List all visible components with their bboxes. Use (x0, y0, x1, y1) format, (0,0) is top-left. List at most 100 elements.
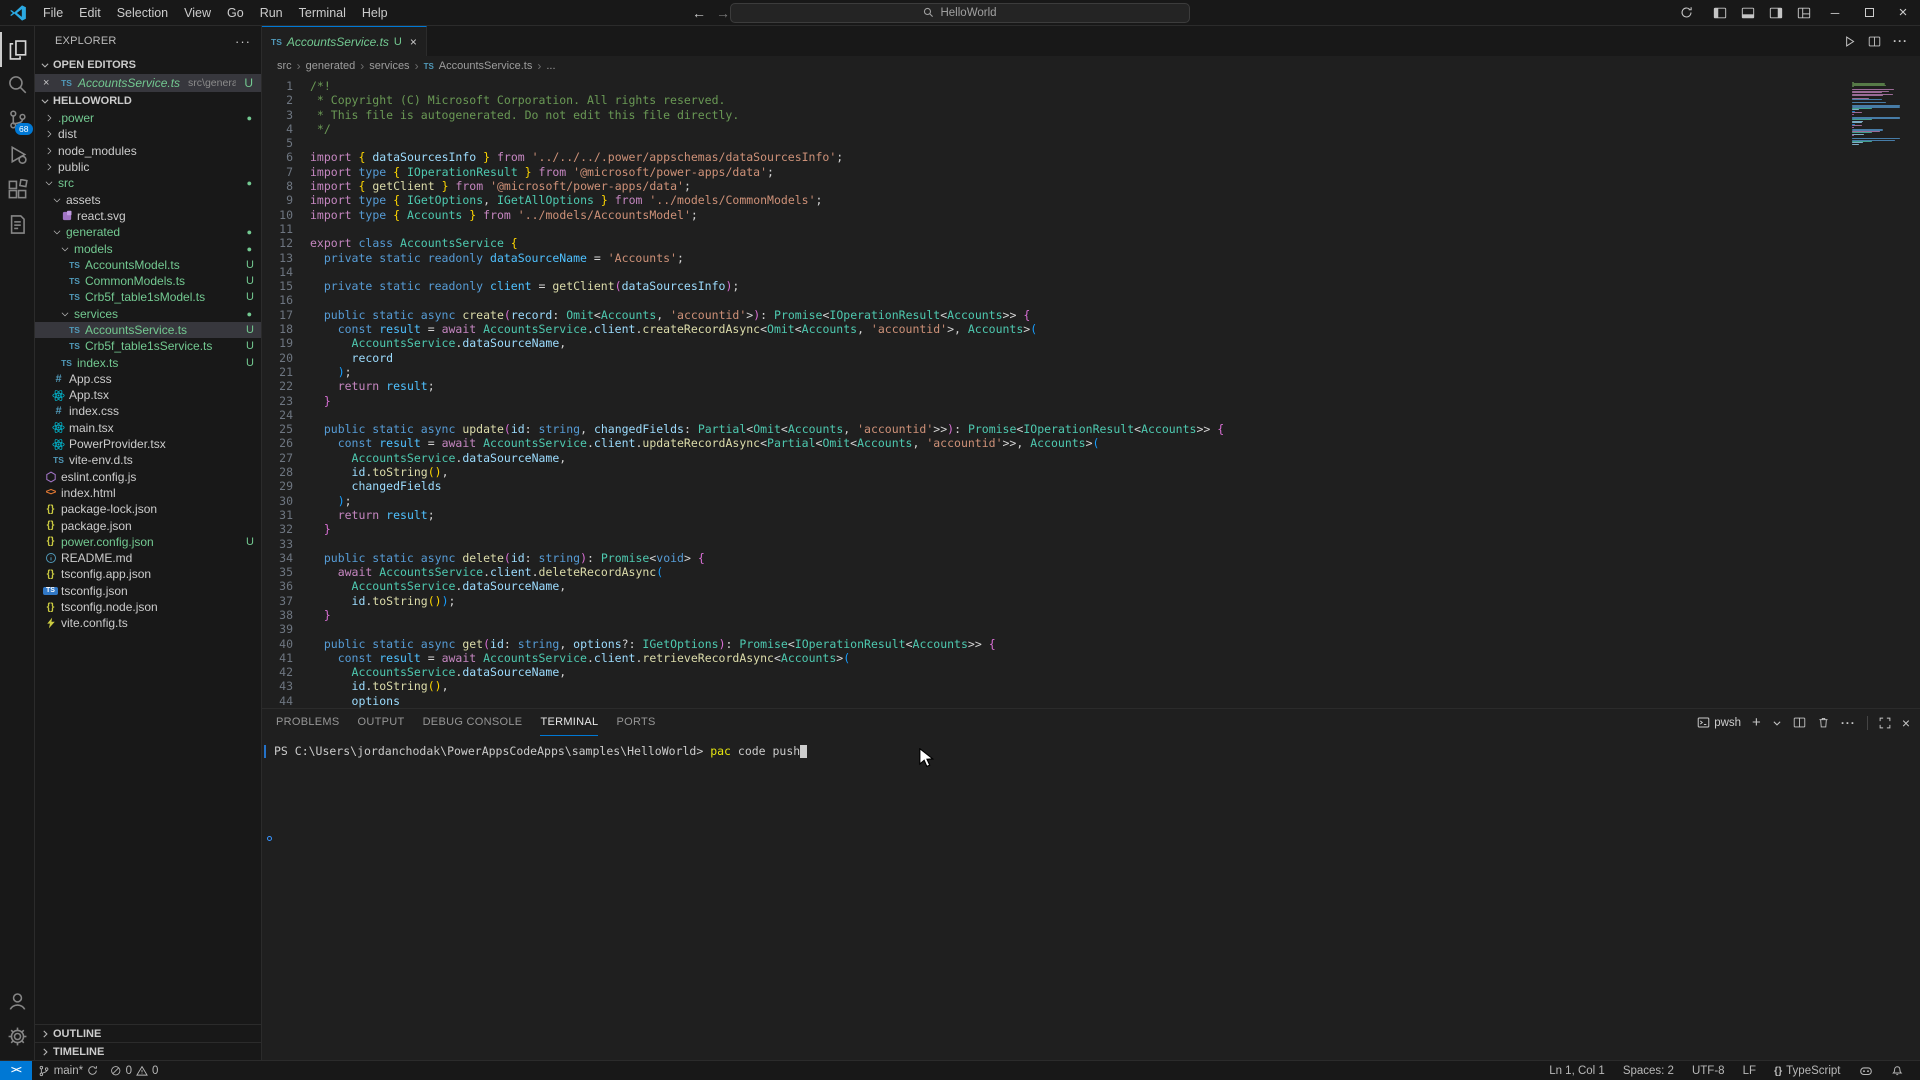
tree-item-accountsservice-ts[interactable]: TSAccountsService.tsU (35, 322, 261, 338)
more-actions-icon[interactable]: ··· (1893, 34, 1908, 48)
tree-item-services[interactable]: services● (35, 306, 261, 322)
outline-section-header[interactable]: OUTLINE (35, 1024, 261, 1042)
sync-icon[interactable] (1672, 0, 1700, 25)
close-tab-icon[interactable]: × (410, 35, 417, 49)
indentation[interactable]: Spaces: 2 (1616, 1065, 1681, 1077)
tab-accountsservice[interactable]: TS AccountsService.ts U × (262, 26, 427, 56)
breadcrumb-item[interactable]: AccountsService.ts (439, 60, 533, 72)
tree-item-tsconfig-app-json[interactable]: {}tsconfig.app.json (35, 566, 261, 582)
panel-more-icon[interactable]: ··· (1841, 716, 1856, 730)
tree-item-app-css[interactable]: #App.css (35, 371, 261, 387)
menu-run[interactable]: Run (252, 0, 291, 25)
tree-item-vite-config-ts[interactable]: vite.config.ts (35, 615, 261, 631)
new-terminal-icon[interactable]: + (1752, 718, 1761, 728)
tree-item-app-tsx[interactable]: App.tsx (35, 387, 261, 403)
tree-item-power-config-json[interactable]: {}power.config.jsonU (35, 534, 261, 550)
close-icon[interactable]: × (43, 77, 55, 89)
notifications-bell[interactable] (1884, 1064, 1911, 1077)
breadcrumb-item[interactable]: src (277, 60, 292, 72)
split-terminal-icon[interactable] (1793, 716, 1806, 729)
breadcrumb-item[interactable]: services (369, 60, 409, 72)
close-panel-icon[interactable]: × (1902, 715, 1910, 731)
tree-item--power[interactable]: .power● (35, 110, 261, 126)
remote-indicator[interactable]: >< (0, 1061, 32, 1080)
menu-file[interactable]: File (35, 0, 71, 25)
activity-source-control-icon[interactable]: 68 (0, 102, 35, 137)
tree-item-public[interactable]: public (35, 159, 261, 175)
tree-item-generated[interactable]: generated● (35, 224, 261, 240)
menu-edit[interactable]: Edit (71, 0, 109, 25)
open-editors-header[interactable]: OPEN EDITORS (35, 56, 261, 74)
minimap[interactable] (1852, 82, 1902, 145)
tree-item-node-modules[interactable]: node_modules (35, 143, 261, 159)
tree-item-package-lock-json[interactable]: {}package-lock.json (35, 501, 261, 517)
terminal-dropdown-icon[interactable] (1772, 718, 1782, 728)
tree-item-accountsmodel-ts[interactable]: TSAccountsModel.tsU (35, 257, 261, 273)
activity-settings-gear-icon[interactable] (0, 1019, 35, 1054)
panel-tab-problems[interactable]: PROBLEMS (276, 709, 340, 736)
panel-tab-ports[interactable]: PORTS (616, 709, 655, 736)
activity-run-debug-icon[interactable] (0, 137, 35, 172)
terminal-shell-entry[interactable]: pwsh (1697, 716, 1741, 729)
toggle-secondary-sidebar-icon[interactable] (1762, 0, 1790, 25)
close-button[interactable]: × (1886, 0, 1920, 25)
tree-item-react-svg[interactable]: react.svg (35, 208, 261, 224)
breadcrumb-item[interactable]: ... (546, 60, 555, 72)
tree-item-tsconfig-json[interactable]: TStsconfig.json (35, 583, 261, 599)
tree-item-eslint-config-js[interactable]: eslint.config.js (35, 469, 261, 485)
minimize-button[interactable]: ─ (1818, 0, 1852, 25)
tree-item-assets[interactable]: assets (35, 191, 261, 207)
tree-item-readme-md[interactable]: README.md (35, 550, 261, 566)
explorer-more-actions-icon[interactable]: ··· (235, 34, 251, 49)
problems-status[interactable]: 0 0 (104, 1065, 164, 1077)
tree-item-main-tsx[interactable]: main.tsx (35, 420, 261, 436)
tree-item-crb5f-table1smodel-ts[interactable]: TSCrb5f_table1sModel.tsU (35, 289, 261, 305)
language-mode[interactable]: {} TypeScript (1767, 1065, 1848, 1077)
toggle-panel-icon[interactable] (1734, 0, 1762, 25)
kill-terminal-icon[interactable] (1817, 716, 1830, 729)
maximize-panel-icon[interactable] (1879, 717, 1891, 729)
panel-tab-debug-console[interactable]: DEBUG CONSOLE (423, 709, 523, 736)
activity-search-icon[interactable] (0, 67, 35, 102)
tree-item-models[interactable]: models● (35, 240, 261, 256)
git-branch-status[interactable]: main* (32, 1065, 104, 1077)
menu-help[interactable]: Help (354, 0, 396, 25)
breadcrumb-item[interactable]: generated (306, 60, 356, 72)
panel-tab-terminal[interactable]: TERMINAL (540, 709, 598, 736)
eol-sequence[interactable]: LF (1736, 1065, 1763, 1077)
split-editor-icon[interactable] (1868, 35, 1881, 48)
tree-item-vite-env-d-ts[interactable]: TSvite-env.d.ts (35, 452, 261, 468)
customize-layout-icon[interactable] (1790, 0, 1818, 25)
nav-back-icon[interactable]: ← (692, 5, 706, 21)
menu-selection[interactable]: Selection (109, 0, 176, 25)
tree-item-commonmodels-ts[interactable]: TSCommonModels.tsU (35, 273, 261, 289)
terminal[interactable]: PS C:\Users\jordanchodak\PowerAppsCodeAp… (262, 736, 1920, 1060)
copilot-status[interactable] (1852, 1064, 1880, 1078)
maximize-button[interactable] (1852, 0, 1886, 25)
command-center-search[interactable]: HelloWorld (730, 3, 1190, 23)
activity-explorer-icon[interactable] (0, 32, 35, 67)
cursor-position[interactable]: Ln 1, Col 1 (1542, 1065, 1612, 1077)
open-editor-item[interactable]: × TS AccountsService.ts src\generated\se… (35, 74, 261, 92)
menu-go[interactable]: Go (219, 0, 252, 25)
activity-account-icon[interactable] (0, 984, 35, 1019)
toggle-sidebar-icon[interactable] (1706, 0, 1734, 25)
code-editor[interactable]: 1/*!2 * Copyright (C) Microsoft Corporat… (262, 76, 1920, 708)
nav-forward-icon[interactable]: → (716, 5, 730, 21)
activity-extensions-icon[interactable] (0, 172, 35, 207)
menu-view[interactable]: View (176, 0, 219, 25)
tree-item-tsconfig-node-json[interactable]: {}tsconfig.node.json (35, 599, 261, 615)
tree-item-package-json[interactable]: {}package.json (35, 517, 261, 533)
workspace-root-header[interactable]: HELLOWORLD (35, 92, 261, 110)
menu-terminal[interactable]: Terminal (291, 0, 354, 25)
tree-item-dist[interactable]: dist (35, 126, 261, 142)
tree-item-index-html[interactable]: <>index.html (35, 485, 261, 501)
tree-item-powerprovider-tsx[interactable]: PowerProvider.tsx (35, 436, 261, 452)
timeline-section-header[interactable]: TIMELINE (35, 1042, 261, 1060)
panel-tab-output[interactable]: OUTPUT (358, 709, 405, 736)
encoding[interactable]: UTF-8 (1685, 1065, 1732, 1077)
tree-item-src[interactable]: src● (35, 175, 261, 191)
tree-item-index-ts[interactable]: TSindex.tsU (35, 354, 261, 370)
breadcrumb[interactable]: src›generated›services›TSAccountsService… (262, 56, 1920, 76)
activity-log-icon[interactable] (0, 207, 35, 242)
